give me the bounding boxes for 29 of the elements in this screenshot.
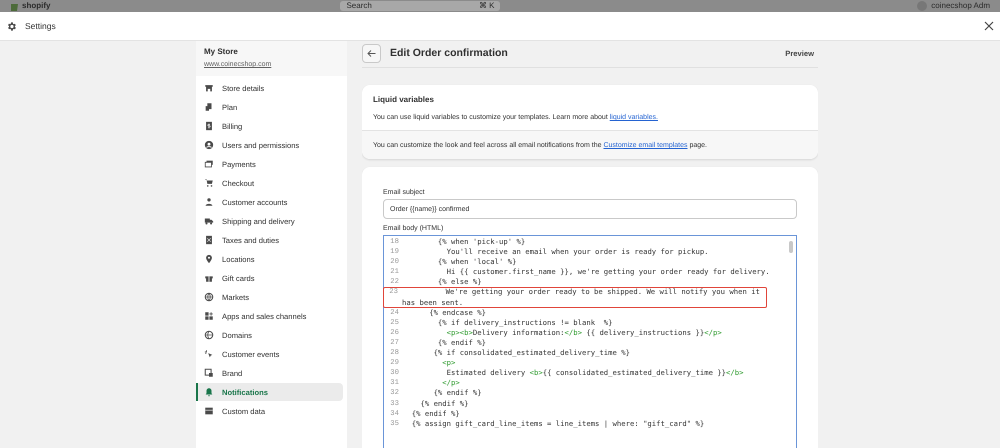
shopping-bag-icon (10, 1, 19, 11)
back-arrow-icon (367, 50, 376, 56)
store-name: My Store (204, 47, 239, 56)
code-editor[interactable] (383, 235, 797, 448)
card-icon (204, 159, 214, 169)
page-title: Edit Order confirmation (390, 47, 508, 59)
scrollbar-thumb[interactable] (789, 241, 793, 253)
close-icon[interactable] (984, 21, 994, 31)
search-field[interactable]: Search ⌘ K (340, 1, 500, 11)
bell-icon (204, 387, 214, 397)
cursor-click-icon (204, 349, 214, 359)
location-pin-icon (204, 254, 214, 264)
globe-icon (204, 330, 214, 340)
truck-icon (204, 216, 214, 226)
card-title: Liquid variables (373, 95, 435, 104)
back-button[interactable] (362, 44, 381, 62)
settings-icon (6, 20, 17, 32)
window-title: Settings (25, 21, 56, 31)
shortcut-hint: ⌘ K (478, 1, 494, 11)
cart-icon (204, 178, 214, 188)
store-icon (204, 83, 214, 93)
app-grid-icon (204, 311, 214, 321)
globe-icon (204, 292, 214, 302)
store-logo: shopify (22, 1, 50, 11)
account-name[interactable]: coinecshop Adm (931, 1, 990, 11)
dollar-document-icon (204, 121, 214, 131)
brand-image-icon (204, 368, 214, 378)
person-icon (204, 197, 214, 207)
person-circle-icon (204, 140, 214, 150)
